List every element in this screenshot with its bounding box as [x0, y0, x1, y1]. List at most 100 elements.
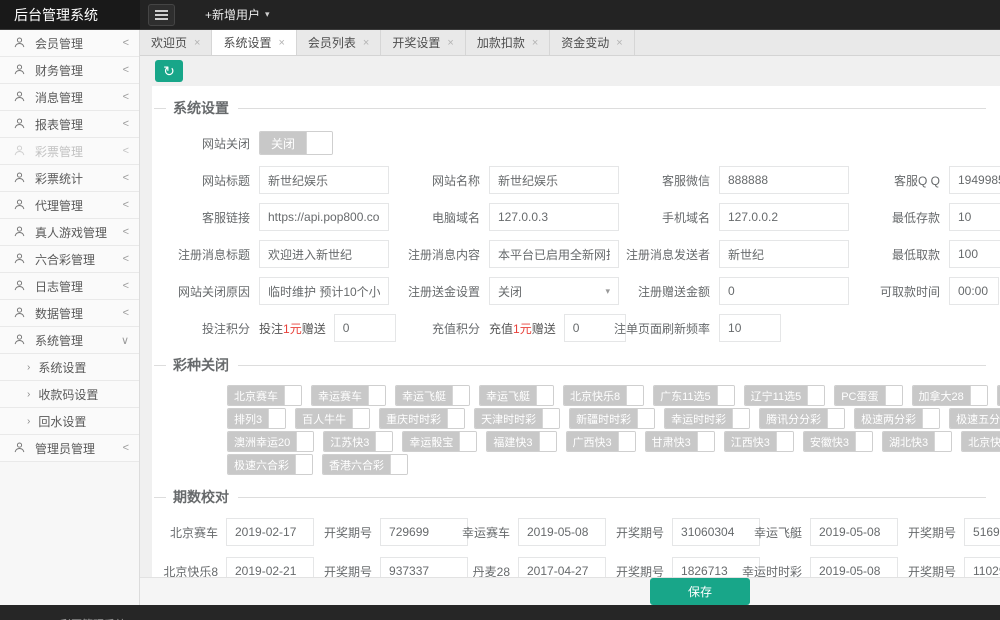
lottery-toggle[interactable]: 香港六合彩: [322, 454, 408, 475]
close-icon[interactable]: ×: [363, 37, 369, 49]
sidebar-item[interactable]: 六合彩管理 <: [0, 246, 139, 273]
lottery-toggle[interactable]: 重庆时时彩: [379, 408, 465, 429]
sidebar-item[interactable]: 报表管理 <: [0, 111, 139, 138]
chevron-icon: <: [123, 226, 129, 238]
close-icon[interactable]: ×: [194, 37, 200, 49]
service-link-input[interactable]: [259, 203, 389, 231]
lottery-toggle[interactable]: 北京快3: [961, 431, 1000, 452]
tab-label: 会员列表: [308, 34, 356, 51]
mobile-domain-input[interactable]: [719, 203, 849, 231]
issue-date-input[interactable]: [810, 518, 898, 546]
sidebar-item[interactable]: 真人游戏管理 <: [0, 219, 139, 246]
tab[interactable]: 会员列表 ×: [297, 30, 381, 55]
service-wechat-input[interactable]: [719, 166, 849, 194]
reg-msg-sender-input[interactable]: [719, 240, 849, 268]
chevron-icon: ∨: [121, 334, 129, 347]
lottery-toggle[interactable]: 辽宁11选5: [744, 385, 826, 406]
issue-date-input[interactable]: [518, 518, 606, 546]
user-icon: [13, 306, 27, 320]
lottery-toggle[interactable]: 广西快3: [566, 431, 636, 452]
close-icon[interactable]: ×: [532, 37, 538, 49]
lottery-toggle[interactable]: 湖北快3: [882, 431, 952, 452]
issue-date-input[interactable]: [226, 557, 314, 577]
lottery-toggle[interactable]: PC蛋蛋: [834, 385, 902, 406]
lottery-toggle[interactable]: 北京赛车: [227, 385, 302, 406]
tab[interactable]: 系统设置 ×: [212, 30, 296, 55]
lottery-toggle[interactable]: 天津时时彩: [474, 408, 560, 429]
sidebar-item[interactable]: 彩票统计 <: [0, 165, 139, 192]
lottery-toggle[interactable]: 极速六合彩: [227, 454, 313, 475]
min-deposit-input[interactable]: [949, 203, 1000, 231]
tab[interactable]: 开奖设置 ×: [381, 30, 465, 55]
lottery-toggle[interactable]: 幸运飞艇: [395, 385, 470, 406]
refresh-rate-input[interactable]: [719, 314, 781, 342]
close-icon[interactable]: ×: [447, 37, 453, 49]
issue-date-input[interactable]: [518, 557, 606, 577]
service-qq-input[interactable]: [949, 166, 1000, 194]
issue-number-input[interactable]: [964, 518, 1000, 546]
issue-date-input[interactable]: [810, 557, 898, 577]
sidebar-item[interactable]: 系统管理 ∨: [0, 327, 139, 354]
save-button[interactable]: 保存: [650, 578, 750, 605]
sidebar-item[interactable]: 会员管理 <: [0, 30, 139, 57]
sidebar-item[interactable]: 日志管理 <: [0, 273, 139, 300]
toggle-state-label: 关闭: [260, 132, 306, 154]
lottery-toggle[interactable]: 广东11选5: [653, 385, 735, 406]
add-user-menu[interactable]: +新增用户 ▾: [205, 6, 270, 23]
lottery-toggle[interactable]: 新疆时时彩: [569, 408, 655, 429]
menu-toggle-button[interactable]: [148, 4, 175, 26]
lottery-toggle[interactable]: 江西快3: [724, 431, 794, 452]
sidebar-item[interactable]: 消息管理 <: [0, 84, 139, 111]
lottery-toggle[interactable]: 澳洲幸运20: [227, 431, 314, 452]
min-withdraw-input[interactable]: [949, 240, 1000, 268]
field-label: 注册送金设置: [384, 283, 480, 300]
close-icon[interactable]: ×: [616, 37, 622, 49]
lottery-toggle[interactable]: 幸运时时彩: [664, 408, 750, 429]
sidebar-item[interactable]: 收款码设置 ›: [0, 381, 139, 408]
close-reason-input[interactable]: [259, 277, 389, 305]
site-title-input[interactable]: [259, 166, 389, 194]
lottery-toggle[interactable]: 安徽快3: [803, 431, 873, 452]
reg-msg-title-input[interactable]: [259, 240, 389, 268]
lottery-toggle[interactable]: 福建快3: [486, 431, 556, 452]
sidebar-item[interactable]: 管理员管理 <: [0, 435, 139, 462]
lottery-toggle[interactable]: 排列3: [227, 408, 286, 429]
site-close-toggle[interactable]: 关闭: [259, 131, 333, 155]
lottery-toggle[interactable]: 加拿大28: [912, 385, 988, 406]
lottery-toggle[interactable]: 幸运飞艇: [479, 385, 554, 406]
lottery-toggle[interactable]: 甘肃快3: [645, 431, 715, 452]
lottery-toggle[interactable]: 腾讯分分彩: [759, 408, 845, 429]
issue-number-input[interactable]: [964, 557, 1000, 577]
lottery-toggle[interactable]: 幸运赛车: [311, 385, 386, 406]
site-name-input[interactable]: [489, 166, 619, 194]
lottery-toggle[interactable]: 极速两分彩: [854, 408, 940, 429]
lottery-toggle[interactable]: 江苏快3: [323, 431, 393, 452]
lottery-toggle[interactable]: 极速五分彩: [949, 408, 1000, 429]
lottery-toggle[interactable]: 北京快乐8: [563, 385, 644, 406]
close-icon[interactable]: ×: [278, 37, 284, 49]
sidebar-item[interactable]: 回水设置 ›: [0, 408, 139, 435]
lottery-toggle[interactable]: 百人牛牛: [295, 408, 370, 429]
issue-date-input[interactable]: [226, 518, 314, 546]
sidebar-item[interactable]: 财务管理 <: [0, 57, 139, 84]
field-label: 注册赠送金额: [614, 283, 710, 300]
sidebar-item[interactable]: 彩票管理 <: [0, 138, 139, 165]
reg-bonus-amount-input[interactable]: [719, 277, 849, 305]
lottery-toggle[interactable]: 幸运骰宝: [402, 431, 477, 452]
reg-msg-content-input[interactable]: [489, 240, 619, 268]
sidebar-item-label: 财务管理: [35, 62, 83, 79]
sidebar-item[interactable]: 系统设置 ›: [0, 354, 139, 381]
chevron-icon: <: [123, 199, 129, 211]
reg-bonus-select[interactable]: 关闭 ▾: [489, 277, 619, 305]
sidebar-item[interactable]: 数据管理 <: [0, 300, 139, 327]
refresh-button[interactable]: ↻: [155, 60, 183, 82]
pc-domain-input[interactable]: [489, 203, 619, 231]
tab[interactable]: 欢迎页 ×: [140, 30, 212, 55]
sidebar-item-label: 真人游戏管理: [35, 224, 107, 241]
withdraw-time-from-input[interactable]: [949, 277, 999, 305]
tab[interactable]: 加款扣款 ×: [466, 30, 550, 55]
tab[interactable]: 资金变动 ×: [550, 30, 634, 55]
sidebar-item[interactable]: 代理管理 <: [0, 192, 139, 219]
lottery-name: 重庆时时彩: [380, 409, 447, 428]
lottery-name: 百人牛牛: [296, 409, 352, 428]
